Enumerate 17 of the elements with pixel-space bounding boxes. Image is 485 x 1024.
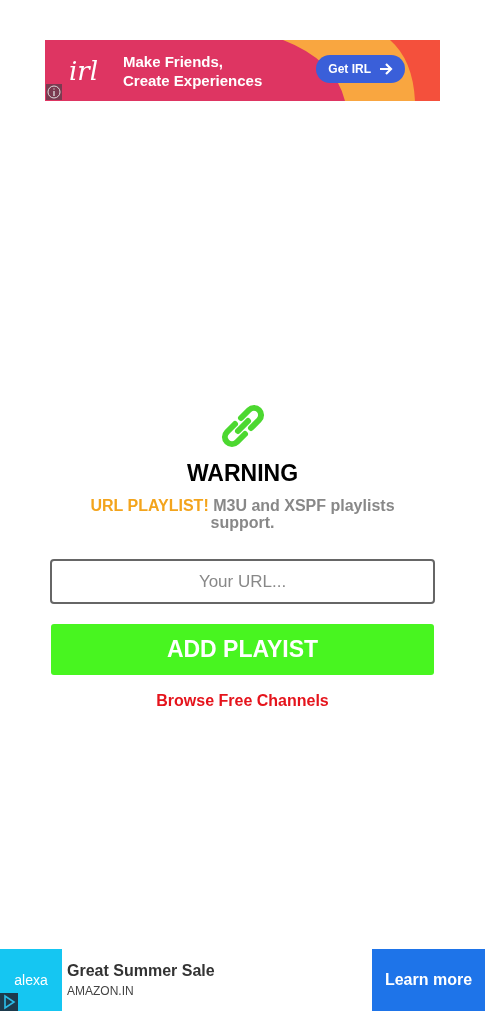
- arrow-right-icon: [379, 63, 393, 75]
- ad-banner[interactable]: irl Make Friends, Create Experiences Get IRL: [45, 40, 440, 101]
- play-icon[interactable]: [0, 993, 18, 1011]
- info-icon[interactable]: [46, 84, 62, 100]
- browse-link[interactable]: Browse Free Channels: [156, 692, 329, 710]
- ad-headline: Create Experiences: [123, 70, 263, 90]
- learn-more-button[interactable]: Learn more: [372, 949, 485, 1011]
- warning-message: URL PLAYLIST! M3U and XSPF playlists support.: [89, 497, 396, 531]
- ad-title: Great Summer Sale: [67, 962, 216, 980]
- link-icon: [220, 404, 265, 448]
- get-button[interactable]: Get IRL: [316, 55, 405, 83]
- ad-logo: irl: [69, 55, 100, 86]
- ad-advertiser: AMAZON.IN: [67, 984, 135, 998]
- url-field[interactable]: Your URL...: [50, 559, 435, 604]
- ad-headline: Make Friends,: [123, 51, 225, 71]
- warning-title: WARNING: [186, 460, 299, 487]
- ad-logo: alexa: [14, 972, 48, 988]
